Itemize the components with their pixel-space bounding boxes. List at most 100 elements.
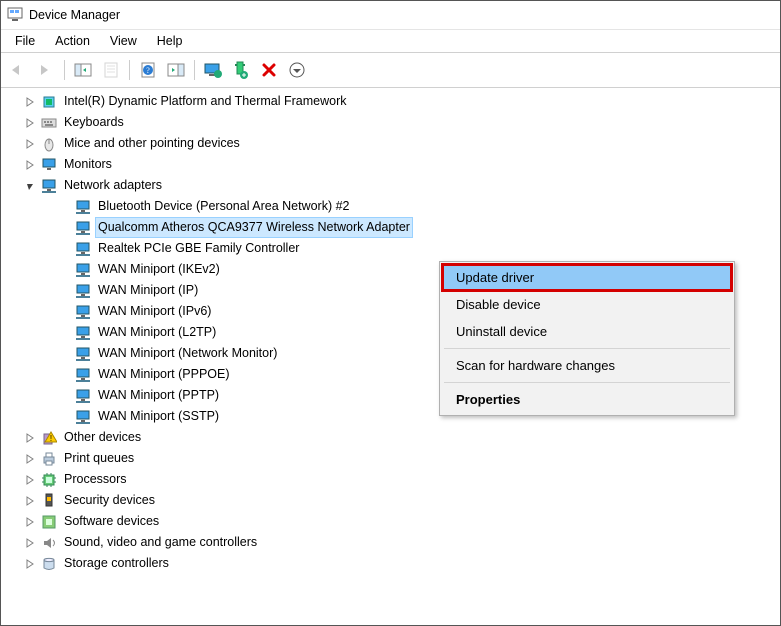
tree-item-label[interactable]: WAN Miniport (SSTP) (95, 406, 222, 427)
tree-item-label[interactable]: Keyboards (61, 112, 127, 133)
network-icon (75, 220, 91, 236)
menu-help[interactable]: Help (147, 32, 193, 50)
mouse-icon (41, 136, 57, 152)
context-menu-item[interactable]: Update driver (441, 263, 733, 292)
chip-icon (41, 94, 57, 110)
tree-item-label[interactable]: WAN Miniport (Network Monitor) (95, 343, 280, 364)
tree-item-label[interactable]: Bluetooth Device (Personal Area Network)… (95, 196, 353, 217)
toggle-action-pane-icon[interactable] (163, 57, 189, 83)
scan-hardware-icon[interactable] (228, 57, 254, 83)
context-menu: Update driverDisable deviceUninstall dev… (439, 261, 735, 416)
context-menu-item[interactable]: Disable device (442, 291, 732, 318)
tree-category[interactable]: Monitors (5, 154, 778, 175)
network-icon (41, 178, 57, 194)
security-icon (41, 493, 57, 509)
tree-category[interactable]: Print queues (5, 448, 778, 469)
tree-category[interactable]: Mice and other pointing devices (5, 133, 778, 154)
tree-expander (57, 410, 71, 424)
tree-item-label[interactable]: Other devices (61, 427, 144, 448)
tree-item-label[interactable]: WAN Miniport (PPPOE) (95, 364, 233, 385)
toolbar-separator (194, 60, 195, 80)
menu-file[interactable]: File (5, 32, 45, 50)
toolbar-separator (129, 60, 130, 80)
context-menu-item[interactable]: Scan for hardware changes (442, 352, 732, 379)
menu-view[interactable]: View (100, 32, 147, 50)
tree-item-label[interactable]: WAN Miniport (IP) (95, 280, 201, 301)
tree-item-label[interactable]: WAN Miniport (L2TP) (95, 322, 219, 343)
update-driver-toolbar-icon[interactable] (200, 57, 226, 83)
tree-category[interactable]: Sound, video and game controllers (5, 532, 778, 553)
tree-expander[interactable] (23, 515, 37, 529)
storage-icon (41, 556, 57, 572)
svg-text:!: ! (50, 434, 52, 443)
tree-expander[interactable] (23, 536, 37, 550)
tree-expander[interactable] (23, 116, 37, 130)
tree-item-label[interactable]: WAN Miniport (PPTP) (95, 385, 222, 406)
network-icon (75, 304, 91, 320)
tree-item-label[interactable]: Monitors (61, 154, 115, 175)
tree-expander[interactable] (23, 494, 37, 508)
tree-item-label[interactable]: Software devices (61, 511, 162, 532)
tree-item-label[interactable]: Network adapters (61, 175, 165, 196)
tree-item-label[interactable]: Intel(R) Dynamic Platform and Thermal Fr… (61, 91, 349, 112)
tree-expander (57, 389, 71, 403)
tree-expander (57, 347, 71, 361)
tree-expander (57, 200, 71, 214)
tree-expander[interactable] (23, 431, 37, 445)
tree-category[interactable]: Software devices (5, 511, 778, 532)
properties-icon (98, 57, 124, 83)
printer-icon (41, 451, 57, 467)
network-icon (75, 241, 91, 257)
tree-device[interactable]: Qualcomm Atheros QCA9377 Wireless Networ… (5, 217, 778, 238)
tree-expander[interactable] (23, 452, 37, 466)
tree-category[interactable]: Processors (5, 469, 778, 490)
network-icon (75, 325, 91, 341)
uninstall-icon[interactable] (256, 57, 282, 83)
tree-item-label[interactable]: WAN Miniport (IKEv2) (95, 259, 223, 280)
tree-item-label[interactable]: Storage controllers (61, 553, 172, 574)
tree-category[interactable]: ! Other devices (5, 427, 778, 448)
tree-expander (57, 305, 71, 319)
menu-action[interactable]: Action (45, 32, 100, 50)
tree-category[interactable]: Network adapters (5, 175, 778, 196)
window-title: Device Manager (29, 8, 120, 22)
tree-item-label[interactable]: Mice and other pointing devices (61, 133, 243, 154)
toolbar-separator (64, 60, 65, 80)
tree-item-label[interactable]: Security devices (61, 490, 158, 511)
svg-text:?: ? (146, 66, 150, 75)
show-hide-console-tree-icon[interactable] (70, 57, 96, 83)
tree-expander[interactable] (23, 557, 37, 571)
network-icon (75, 199, 91, 215)
monitor-icon (41, 157, 57, 173)
tree-item-label[interactable]: Qualcomm Atheros QCA9377 Wireless Networ… (95, 217, 413, 238)
disable-icon[interactable] (284, 57, 310, 83)
tree-category[interactable]: Security devices (5, 490, 778, 511)
context-menu-item[interactable]: Uninstall device (442, 318, 732, 345)
tree-expander[interactable] (23, 179, 37, 193)
tree-item-label[interactable]: Realtek PCIe GBE Family Controller (95, 238, 302, 259)
tree-category[interactable]: Keyboards (5, 112, 778, 133)
tree-item-label[interactable]: Print queues (61, 448, 137, 469)
other-warn-icon: ! (41, 430, 57, 446)
tree-expander (57, 326, 71, 340)
tree-expander[interactable] (23, 95, 37, 109)
tree-expander (57, 221, 71, 235)
help-icon[interactable]: ? (135, 57, 161, 83)
tree-category[interactable]: Intel(R) Dynamic Platform and Thermal Fr… (5, 91, 778, 112)
tree-expander (57, 284, 71, 298)
cpu-icon (41, 472, 57, 488)
keyboard-icon (41, 115, 57, 131)
tree-expander[interactable] (23, 158, 37, 172)
tree-expander[interactable] (23, 137, 37, 151)
tree-device[interactable]: Bluetooth Device (Personal Area Network)… (5, 196, 778, 217)
tree-category[interactable]: Storage controllers (5, 553, 778, 574)
tree-item-label[interactable]: WAN Miniport (IPv6) (95, 301, 214, 322)
tree-item-label[interactable]: Processors (61, 469, 130, 490)
tree-item-label[interactable]: Sound, video and game controllers (61, 532, 260, 553)
tree-expander[interactable] (23, 473, 37, 487)
forward-icon (33, 57, 59, 83)
tree-device[interactable]: Realtek PCIe GBE Family Controller (5, 238, 778, 259)
network-icon (75, 388, 91, 404)
context-menu-item[interactable]: Properties (442, 386, 732, 413)
tree-expander (57, 242, 71, 256)
